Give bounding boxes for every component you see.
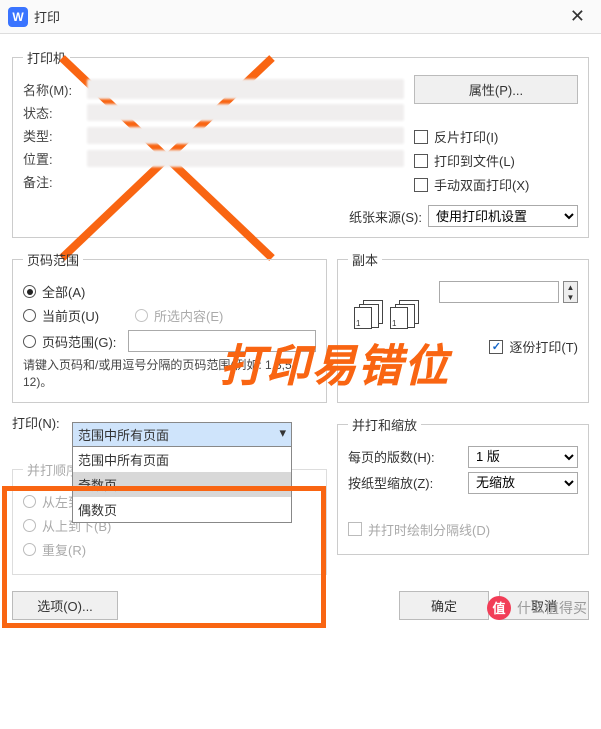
page-stack-icon: 1 <box>390 307 408 329</box>
paper-source-select[interactable]: 使用打印机设置 <box>428 205 578 227</box>
name-label: 名称(M): <box>23 80 87 99</box>
collate-preview: 1 1 <box>354 307 578 329</box>
range-hint: 请键入页码和/或用逗号分隔的页码范围(例如: 1,3,5-12)。 <box>23 357 316 392</box>
range-selection-label: 所选内容(E) <box>154 306 223 325</box>
manual-duplex-label: 手动双面打印(X) <box>434 175 529 194</box>
print-to-file-checkbox[interactable] <box>414 154 428 168</box>
location-value <box>87 150 404 167</box>
properties-button[interactable]: 属性(P)... <box>414 75 578 104</box>
order-lr-radio[interactable] <box>23 495 36 508</box>
print-what-label: 打印(N): <box>12 413 72 432</box>
order-repeat-radio[interactable] <box>23 543 36 556</box>
range-pages-input[interactable] <box>128 330 316 352</box>
scale-label: 按纸型缩放(Z): <box>348 473 468 492</box>
collate-checkbox[interactable] <box>489 340 503 354</box>
mirror-label: 反片打印(I) <box>434 127 498 146</box>
printer-legend: 打印机 <box>23 48 70 67</box>
printer-name-select[interactable] <box>87 79 404 99</box>
chevron-down-icon: ▾ <box>279 425 286 444</box>
pages-per-sheet-label: 每页的版数(H): <box>348 447 468 466</box>
location-label: 位置: <box>23 149 87 168</box>
range-pages-radio[interactable] <box>23 335 36 348</box>
watermark: 值 什么值得买 <box>487 596 587 620</box>
printer-group: 打印机 名称(M): 状态: 类型: 位置: 备注: 属性(P)... 反片打印… <box>12 48 589 238</box>
comment-label: 备注: <box>23 172 87 191</box>
separator-checkbox[interactable] <box>348 522 362 536</box>
watermark-text: 什么值得买 <box>517 598 587 618</box>
copies-spinner[interactable]: ▲▼ <box>563 281 578 303</box>
collate-label: 逐份打印(T) <box>509 337 578 356</box>
print-what-option[interactable]: 奇数页 <box>73 472 291 497</box>
watermark-badge-icon: 值 <box>487 596 511 620</box>
status-value <box>87 104 404 121</box>
options-button[interactable]: 选项(O)... <box>12 591 118 620</box>
range-all-label: 全部(A) <box>42 282 85 301</box>
order-tb-radio[interactable] <box>23 519 36 532</box>
range-selection-radio[interactable] <box>135 309 148 322</box>
titlebar: W 打印 ✕ <box>0 0 601 34</box>
dialog-body: 打印机 名称(M): 状态: 类型: 位置: 备注: 属性(P)... 反片打印… <box>0 34 601 634</box>
zoom-group: 并打和缩放 每页的版数(H): 1 版 按纸型缩放(Z): 无缩放 并打时绘制分… <box>337 415 589 555</box>
range-all-radio[interactable] <box>23 285 36 298</box>
separator-label: 并打时绘制分隔线(D) <box>368 520 490 539</box>
pages-per-sheet-select[interactable]: 1 版 <box>468 446 578 468</box>
print-to-file-label: 打印到文件(L) <box>434 151 515 170</box>
type-value <box>87 127 404 144</box>
dialog-title: 打印 <box>34 7 60 26</box>
page-range-group: 页码范围 全部(A) 当前页(U) 所选内容(E) 页码范围(G): 请键入页码… <box>12 250 327 403</box>
paper-source-label: 纸张来源(S): <box>349 207 422 226</box>
print-what-option[interactable]: 偶数页 <box>73 497 291 522</box>
close-button[interactable]: ✕ <box>564 4 591 29</box>
scale-select[interactable]: 无缩放 <box>468 472 578 494</box>
range-current-radio[interactable] <box>23 309 36 322</box>
zoom-legend: 并打和缩放 <box>348 415 421 434</box>
range-legend: 页码范围 <box>23 250 83 269</box>
print-what-option[interactable]: 范围中所有页面 <box>73 447 291 472</box>
copies-input[interactable] <box>439 281 559 303</box>
range-current-label: 当前页(U) <box>42 306 99 325</box>
order-repeat-label: 重复(R) <box>42 540 86 559</box>
type-label: 类型: <box>23 126 87 145</box>
status-label: 状态: <box>23 103 87 122</box>
ok-button[interactable]: 确定 <box>399 591 489 620</box>
copies-legend: 副本 <box>348 250 382 269</box>
mirror-checkbox[interactable] <box>414 130 428 144</box>
page-stack-icon: 1 <box>354 307 372 329</box>
range-pages-label: 页码范围(G): <box>42 332 116 351</box>
print-what-dropdown[interactable]: 范围中所有页面▾ 范围中所有页面 奇数页 偶数页 <box>72 422 292 523</box>
app-icon: W <box>8 7 28 27</box>
copies-group: 副本 ▲▼ 1 1 逐份打印(T) <box>337 250 589 403</box>
manual-duplex-checkbox[interactable] <box>414 178 428 192</box>
